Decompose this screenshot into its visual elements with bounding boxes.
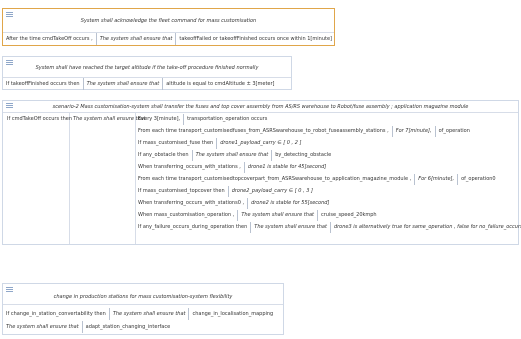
sub-chip[interactable]: Every 3[minute],	[135, 114, 185, 125]
sub-chip[interactable]: For 7[minute],	[393, 126, 436, 137]
requirement-body: If takeoffFinished occurs then The system…	[3, 78, 291, 90]
condition-chip[interactable]: If cmdTakeOff occurs then	[3, 116, 76, 122]
sub-chip[interactable]: The system shall ensure that	[193, 150, 273, 161]
requirement-card-header: change in production stations for mass c…	[3, 284, 283, 305]
ensure-chip[interactable]: The system shall ensure that	[3, 321, 83, 333]
requirement-title: scenario-2 Mass customisation-system sha…	[52, 104, 469, 110]
condition-column: If cmdTakeOff occurs then	[3, 113, 72, 244]
sub-chip[interactable]: by_detecting_obstacle	[272, 150, 334, 161]
requirement-body: After the time cmdTakeOff occurs , The sy…	[3, 33, 334, 45]
subrequirement-line: When mass_customisation_operation , The s…	[135, 210, 518, 221]
subrequirement-line: If any_failure_occurs_during_operation t…	[135, 222, 521, 233]
requirement-card-4[interactable]: change in production stations for mass c…	[2, 283, 284, 335]
sub-chip[interactable]: cruise_speed_20kmph	[318, 210, 380, 221]
requirement-title: System shall have reached the target alt…	[35, 65, 259, 71]
requirement-title: change in production stations for mass c…	[53, 294, 233, 300]
ensure-chip[interactable]: The system shall ensure that	[84, 78, 164, 90]
sub-chip[interactable]: For 6[minute],	[415, 174, 459, 185]
sub-chip[interactable]: of_operation0	[458, 174, 499, 185]
requirements-canvas: { "req1": { "title": "System shall ackno…	[0, 0, 521, 339]
requirement-card-header: scenario-2 Mass customisation-system sha…	[3, 101, 518, 113]
requirement-card-3[interactable]: scenario-2 Mass customisation-system sha…	[2, 100, 521, 245]
sub-chip[interactable]: The system shall ensure that	[238, 210, 318, 221]
requirement-card-header: System shall acknowledge the fleet comma…	[3, 9, 334, 33]
sub-chip[interactable]: From each time transport_customisedtopco…	[135, 174, 416, 185]
requirement-card-1[interactable]: System shall acknowledge the fleet comma…	[2, 8, 335, 46]
condition-chip[interactable]: If change_in_station_convertability then	[3, 308, 110, 320]
sub-chip[interactable]: drone2 is stable for 55[second]	[248, 198, 332, 209]
subrequirement-line: If any_obstacle then The system shall ens…	[135, 150, 518, 161]
ensure-chip[interactable]: The system shall ensure that	[110, 308, 190, 320]
subrequirement-line: When transferring_occurs_with_stations0 …	[135, 198, 518, 209]
requirement-list-icon	[6, 287, 13, 292]
requirement-title: System shall acknowledge the fleet comma…	[80, 18, 257, 24]
subrequirement-line: If mass_customised_topcover then drone2_p…	[135, 186, 518, 197]
ensure-column: The system shall ensure that	[69, 113, 146, 244]
subrequirement-line: From each time transport_customisedtopco…	[135, 174, 518, 185]
subrequirement-line: If mass_customised_fuse then drone1_paylo…	[135, 138, 518, 149]
subrequirements-column: Every 3[minute], transportation_operation…	[135, 113, 521, 244]
condition-chip[interactable]: If takeoffFinished occurs then	[3, 78, 84, 90]
requirement-card-header: System shall have reached the target alt…	[3, 57, 291, 78]
sub-chip[interactable]: drone1_payload_carry ∈ [ 0 , 2 ]	[217, 138, 304, 149]
requirement-card-2[interactable]: System shall have reached the target alt…	[2, 56, 292, 90]
action-chip[interactable]: altitude is equal to cmdAltitude ± 3[met…	[163, 78, 277, 90]
condition-chip[interactable]: After the time cmdTakeOff occurs ,	[3, 33, 97, 45]
sub-chip[interactable]: drone2_payload_carry ∈ [ 0 , 3 ]	[229, 186, 316, 197]
requirement-list-icon	[6, 12, 13, 17]
sub-chip[interactable]: When mass_customisation_operation ,	[135, 210, 239, 221]
sub-chip[interactable]: drone3 is alternatively true for same_op…	[331, 222, 521, 233]
requirement-body-line: The system shall ensure that adapt_statio…	[3, 321, 283, 333]
subrequirement-line: When transferring_occurs_with_stations ,…	[135, 162, 518, 173]
action-chip[interactable]: change_in_localisation_mapping	[189, 308, 276, 320]
sub-chip[interactable]: of_operation	[436, 126, 473, 137]
action-chip[interactable]: takeoffFailed or takeoffFinished occurs …	[176, 33, 335, 45]
sub-chip[interactable]: If any_failure_occurs_during_operation t…	[135, 222, 252, 233]
sub-chip[interactable]: drone1 is stable for 45[second]	[245, 162, 329, 173]
sub-chip[interactable]: The system shall ensure that	[251, 222, 331, 233]
sub-chip[interactable]: If mass_customised_topcover then	[135, 186, 229, 197]
sub-chip[interactable]: From each time transport_customisedfuses…	[135, 126, 393, 137]
requirement-body-line: If change_in_station_convertability then…	[3, 308, 283, 320]
sub-chip[interactable]: When transferring_occurs_with_stations ,	[135, 162, 245, 173]
sub-chip[interactable]: If any_obstacle then	[135, 150, 193, 161]
sub-chip[interactable]: transportation_operation occurs	[184, 114, 270, 125]
action-chip[interactable]: adapt_station_changing_interface	[83, 321, 174, 333]
subrequirement-line: Every 3[minute], transportation_operation…	[135, 114, 518, 125]
sub-chip[interactable]: When transferring_occurs_with_stations0 …	[135, 198, 249, 209]
sub-chip[interactable]: If mass_customised_fuse then	[135, 138, 218, 149]
subrequirement-line: From each time transport_customisedfuses…	[135, 126, 518, 137]
ensure-chip[interactable]: The system shall ensure that	[97, 33, 177, 45]
